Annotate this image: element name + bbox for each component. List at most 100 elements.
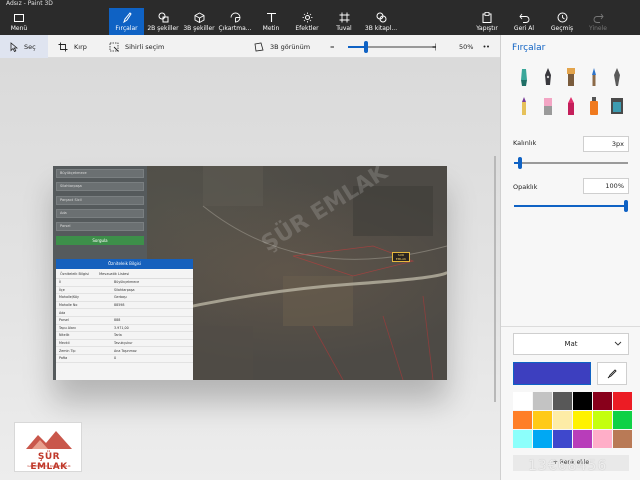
vertical-scrollbar[interactable] xyxy=(494,156,496,402)
magic-select-icon xyxy=(109,42,119,52)
tab-2d-shapes[interactable]: 2B şekiller xyxy=(146,8,180,35)
color-swatch[interactable] xyxy=(513,430,532,448)
thickness-input[interactable]: 3px xyxy=(583,136,629,152)
sticker-icon xyxy=(230,12,240,23)
color-swatch[interactable] xyxy=(593,411,612,429)
color-swatch[interactable] xyxy=(613,430,632,448)
table-row: Tapu Alanı 3.971,00 xyxy=(56,325,193,333)
calligraphy-pen-brush[interactable] xyxy=(539,66,557,88)
table-cell-key: Mahalle/Köy xyxy=(59,295,79,300)
tab-effects[interactable]: Efektler xyxy=(290,8,324,35)
history-icon xyxy=(557,12,567,23)
menu-button[interactable]: Menü xyxy=(2,8,36,35)
table-cell-key: Ada xyxy=(59,310,66,315)
tab-brushes[interactable]: Fırçalar xyxy=(109,8,144,35)
tab-canvas[interactable]: Tuval xyxy=(330,8,358,35)
brushes-panel: Fırçalar Kalınlık 3px Opaklık 100% Mat +… xyxy=(500,35,640,480)
chevron-down-icon xyxy=(614,341,622,346)
text-icon xyxy=(266,12,276,22)
color-palette xyxy=(513,392,632,448)
table-cell-value: 3.971,00 xyxy=(114,325,129,330)
thickness-slider[interactable] xyxy=(514,157,628,169)
watercolor-brush[interactable] xyxy=(585,66,603,88)
tab-text[interactable]: Metin xyxy=(256,8,286,35)
query-row: Silahtarpaşa xyxy=(56,182,144,191)
table-row: Mahalle/Köy Gerbaşı xyxy=(56,294,193,302)
zoom-slider-thumb[interactable] xyxy=(364,41,368,53)
table-row: İl Büyükçekmece xyxy=(56,279,193,287)
workspace: ŞÜR EMLAK SUR EMLAK Büyükçekmece Silahta… xyxy=(0,58,500,480)
tab-3d-library[interactable]: 3B kitapl... xyxy=(362,8,400,35)
opacity-slider-thumb[interactable] xyxy=(624,200,628,212)
pencil-brush[interactable] xyxy=(515,95,533,117)
color-swatch[interactable] xyxy=(533,411,552,429)
query-row: Büyükçekmece xyxy=(56,169,144,178)
opacity-input[interactable]: 100% xyxy=(583,178,629,194)
tab-stickers[interactable]: Çıkartma... xyxy=(217,8,253,35)
canvas-image[interactable]: ŞÜR EMLAK SUR EMLAK Büyükçekmece Silahta… xyxy=(53,166,447,380)
table-row: Ada xyxy=(56,309,193,317)
paste-button[interactable]: Yapıştır xyxy=(474,8,500,35)
watercolor-icon xyxy=(592,68,596,86)
color-swatch[interactable] xyxy=(613,392,632,410)
color-swatch[interactable] xyxy=(613,411,632,429)
select-tool[interactable]: Seç xyxy=(0,35,48,58)
fill-bucket-icon xyxy=(611,98,623,114)
redo-icon xyxy=(593,13,604,23)
crop-tool[interactable]: Kırp xyxy=(58,35,98,58)
color-swatch[interactable] xyxy=(533,392,552,410)
eyedropper-icon xyxy=(607,368,617,378)
current-color[interactable] xyxy=(513,362,591,385)
info-table: İl Büyükçekmece İlçe Silahtarpaşa Mahalle/Kö… xyxy=(56,279,193,363)
color-swatch[interactable] xyxy=(593,392,612,410)
color-swatch[interactable] xyxy=(573,411,592,429)
query-button: Sorgula xyxy=(56,236,144,245)
redo-button[interactable]: Yinele xyxy=(585,8,611,35)
zoom-in-button[interactable] xyxy=(432,35,442,58)
undo-button[interactable]: Geri Al xyxy=(511,8,537,35)
history-button[interactable]: Geçmiş xyxy=(548,8,576,35)
marker-brush[interactable] xyxy=(515,66,533,88)
color-swatch[interactable] xyxy=(553,430,572,448)
color-swatch[interactable] xyxy=(513,411,532,429)
crayon-brush[interactable] xyxy=(562,95,580,117)
magic-select-tool[interactable]: Sihirli seçim xyxy=(109,35,169,58)
finish-dropdown[interactable]: Mat xyxy=(513,333,629,355)
color-swatch[interactable] xyxy=(533,430,552,448)
eraser-brush[interactable] xyxy=(539,95,557,117)
oil-brush[interactable] xyxy=(562,66,580,88)
color-swatch[interactable] xyxy=(593,430,612,448)
table-cell-key: Nitelik xyxy=(59,333,70,338)
thickness-slider-thumb[interactable] xyxy=(518,157,522,169)
more-options-button[interactable] xyxy=(483,35,495,58)
spray-can-brush[interactable] xyxy=(585,95,603,117)
zoom-out-button[interactable] xyxy=(330,35,340,58)
color-swatch[interactable] xyxy=(553,392,572,410)
pixel-pen-icon xyxy=(614,68,620,86)
opacity-slider[interactable] xyxy=(514,200,628,212)
fill-bucket-brush[interactable] xyxy=(608,95,626,117)
marker-icon xyxy=(521,69,527,86)
table-cell-key: Parsel xyxy=(59,318,69,323)
table-cell-key: İlçe xyxy=(59,287,65,292)
color-swatch[interactable] xyxy=(573,392,592,410)
table-row: Nitelik Tarla xyxy=(56,332,193,340)
color-swatch[interactable] xyxy=(513,392,532,410)
table-cell-value: 88598 xyxy=(114,303,125,308)
3d-view-toggle[interactable]: 3B görünüm xyxy=(254,35,314,58)
menu-icon xyxy=(14,13,24,22)
query-row: Parsel xyxy=(56,222,144,231)
info-tab: Mevzuatik Listesi xyxy=(99,272,130,276)
eyedropper-button[interactable] xyxy=(597,362,627,385)
color-swatch[interactable] xyxy=(553,411,572,429)
tab-3d-shapes[interactable]: 3B şekiller xyxy=(182,8,216,35)
color-swatch[interactable] xyxy=(573,430,592,448)
2d-shapes-icon xyxy=(158,12,168,23)
pixel-pen-brush[interactable] xyxy=(608,66,626,88)
zoom-slider[interactable] xyxy=(348,41,436,53)
thickness-label: Kalınlık xyxy=(513,139,537,147)
info-panel-title: Özniteleik Bilgisi xyxy=(56,259,193,269)
zoom-percentage: 50% xyxy=(459,42,474,51)
panel-title: Fırçalar xyxy=(512,43,546,53)
oil-brush-icon xyxy=(567,68,575,86)
